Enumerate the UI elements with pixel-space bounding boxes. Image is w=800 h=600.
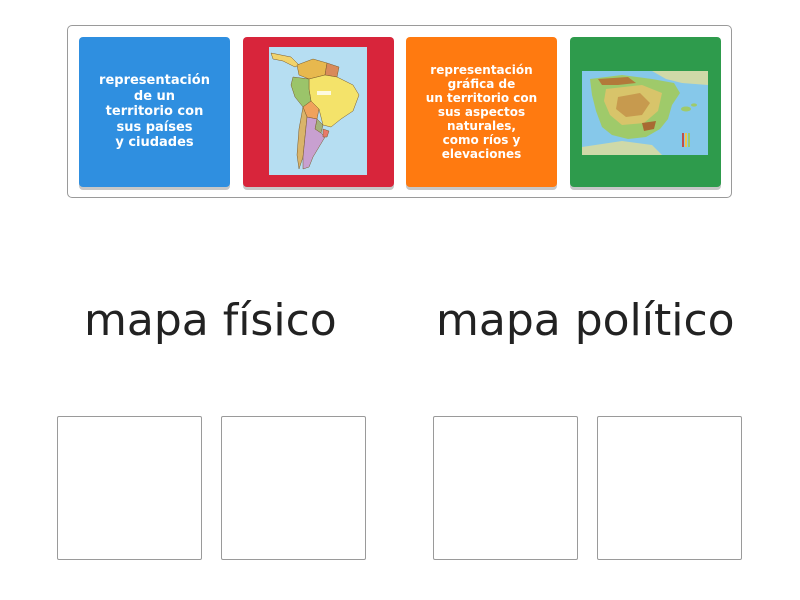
drop-slot[interactable] (57, 416, 202, 560)
card-text: representación de un territorio con sus … (99, 73, 210, 151)
iberian-peninsula-map-icon (582, 71, 708, 155)
card-political-definition[interactable]: representación de un territorio con sus … (79, 37, 230, 187)
group-heading-physical: mapa físico (84, 295, 337, 346)
card-political-map-image[interactable] (243, 37, 394, 187)
drop-slot[interactable] (597, 416, 742, 560)
card-physical-definition[interactable]: representación gráfica de un territorio … (406, 37, 557, 187)
drop-slot[interactable] (433, 416, 578, 560)
card-text: representación gráfica de un territorio … (425, 63, 538, 161)
south-america-map-icon (269, 47, 367, 175)
group-heading-political: mapa político (436, 295, 735, 346)
card-physical-map-image[interactable] (570, 37, 721, 187)
drop-slot[interactable] (221, 416, 366, 560)
